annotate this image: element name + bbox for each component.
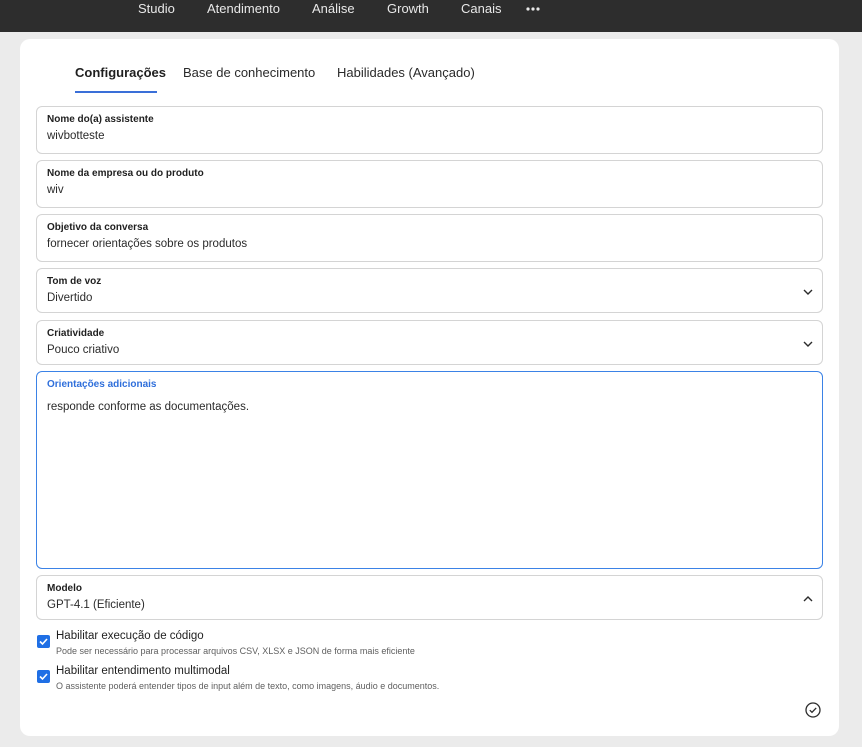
creativity-select[interactable]: Criatividade Pouco criativo: [36, 320, 823, 365]
assistant-name-label: Nome do(a) assistente: [47, 114, 154, 125]
company-name-label: Nome da empresa ou do produto: [47, 168, 204, 179]
model-select[interactable]: Modelo GPT-4.1 (Eficiente): [36, 575, 823, 620]
tab-bar: Configurações Base de conhecimento Habil…: [20, 39, 839, 99]
active-tab-indicator: [75, 91, 157, 93]
objective-value[interactable]: fornecer orientações sobre os produtos: [47, 238, 247, 250]
tab-habilidades-avancado[interactable]: Habilidades (Avançado): [337, 65, 475, 80]
check-icon: [39, 673, 48, 681]
settings-card: Configurações Base de conhecimento Habil…: [20, 39, 839, 736]
guidelines-textarea[interactable]: Orientações adicionais responde conforme…: [36, 371, 823, 569]
objective-field[interactable]: Objetivo da conversa fornecer orientaçõe…: [36, 214, 823, 262]
tone-select[interactable]: Tom de voz Divertido: [36, 268, 823, 313]
nav-studio[interactable]: Studio: [138, 1, 175, 16]
chevron-down-icon[interactable]: [802, 337, 814, 349]
tone-label: Tom de voz: [47, 276, 102, 287]
guidelines-label: Orientações adicionais: [47, 379, 157, 390]
code-execution-checkbox[interactable]: [37, 635, 50, 648]
chevron-up-icon[interactable]: [802, 592, 814, 604]
model-label: Modelo: [47, 583, 82, 594]
nav-growth[interactable]: Growth: [387, 1, 429, 16]
check-circle-icon[interactable]: [805, 702, 821, 718]
code-execution-description: Pode ser necessário para processar arqui…: [56, 646, 415, 656]
code-execution-option: Habilitar execução de código Pode ser ne…: [36, 630, 816, 660]
multimodal-title: Habilitar entendimento multimodal: [56, 665, 230, 677]
tone-value: Divertido: [47, 292, 93, 304]
creativity-value: Pouco criativo: [47, 344, 120, 356]
company-name-value[interactable]: wiv: [47, 184, 64, 196]
guidelines-value[interactable]: responde conforme as documentações.: [47, 401, 249, 413]
company-name-field[interactable]: Nome da empresa ou do produto wiv: [36, 160, 823, 208]
multimodal-option: Habilitar entendimento multimodal O assi…: [36, 665, 816, 695]
creativity-label: Criatividade: [47, 328, 105, 339]
check-icon: [39, 638, 48, 646]
assistant-name-value[interactable]: wivbotteste: [47, 130, 105, 142]
code-execution-title: Habilitar execução de código: [56, 630, 204, 642]
nav-canais[interactable]: Canais: [461, 1, 501, 16]
multimodal-checkbox[interactable]: [37, 670, 50, 683]
nav-analise[interactable]: Análise: [312, 1, 355, 16]
multimodal-description: O assistente poderá entender tipos de in…: [56, 681, 440, 691]
tab-base-de-conhecimento[interactable]: Base de conhecimento: [183, 65, 315, 80]
nav-atendimento[interactable]: Atendimento: [207, 1, 280, 16]
top-navigation-bar: Studio Atendimento Análise Growth Canais: [0, 0, 862, 32]
more-horizontal-icon[interactable]: [526, 0, 540, 19]
objective-label: Objetivo da conversa: [47, 222, 149, 233]
chevron-down-icon[interactable]: [802, 285, 814, 297]
model-value: GPT-4.1 (Eficiente): [47, 599, 145, 611]
assistant-name-field[interactable]: Nome do(a) assistente wivbotteste: [36, 106, 823, 154]
tab-configuracoes[interactable]: Configurações: [75, 65, 166, 80]
